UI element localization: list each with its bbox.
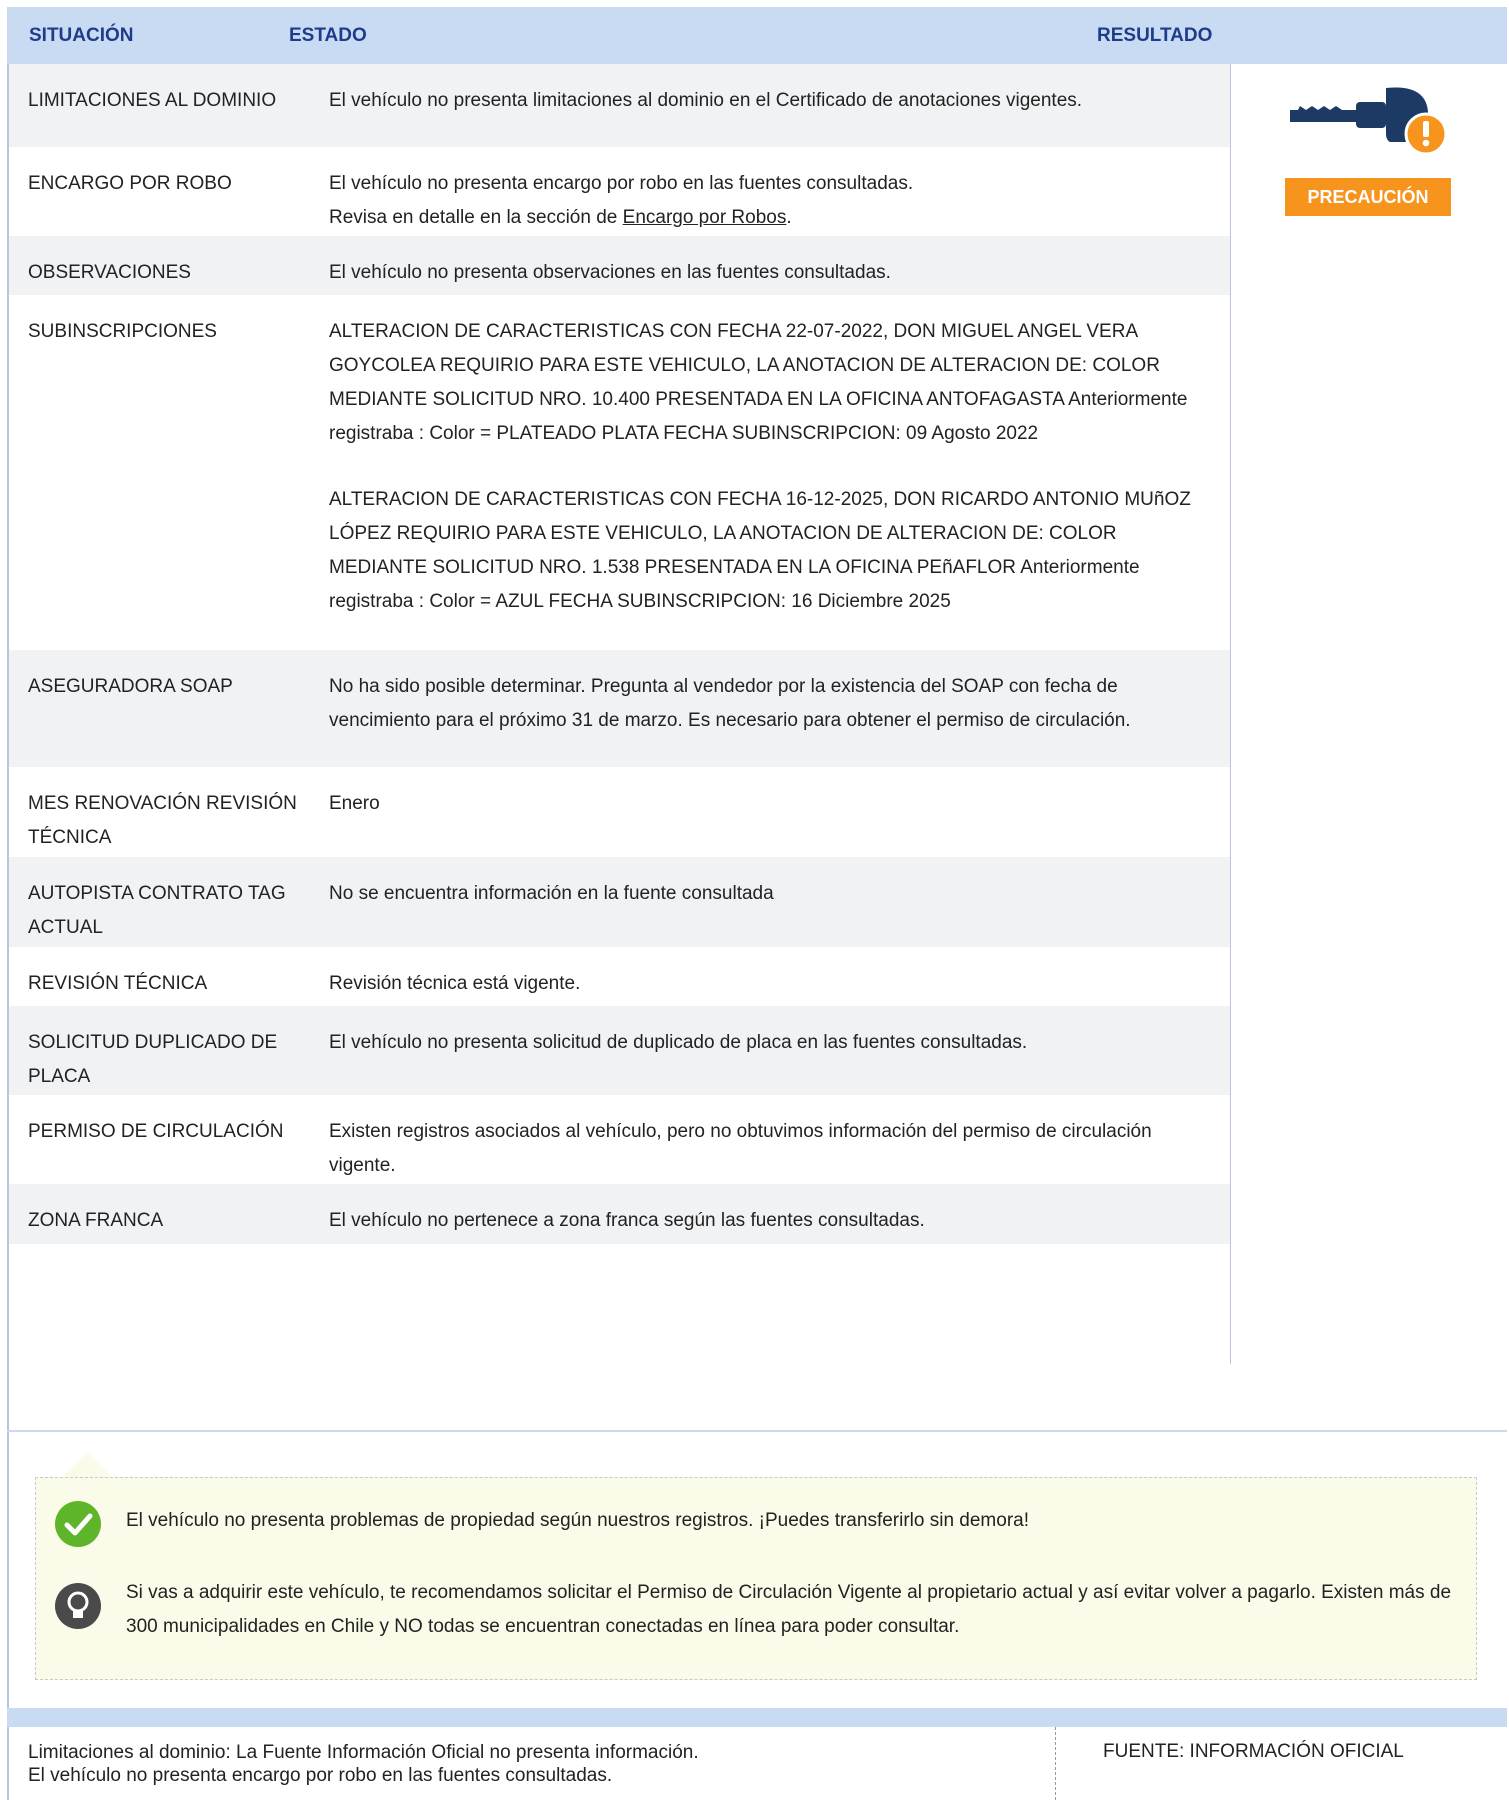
table-header: SITUACIÓN ESTADO RESULTADO [7, 7, 1507, 64]
row-estado: El vehículo no presenta solicitud de dup… [329, 1006, 1219, 1080]
estado-text: ALTERACION DE CARACTERISTICAS CON FECHA … [329, 489, 1191, 612]
notice-tip-text: Si vas a adquirir este vehículo, te reco… [126, 1582, 1452, 1637]
row-situacion: MES RENOVACIÓN REVISIÓN TÉCNICA [28, 793, 297, 848]
notice-pointer [62, 1452, 112, 1477]
table-row: ZONA FRANCA El vehículo no pertenece a z… [9, 1184, 1231, 1244]
row-situacion: SUBINSCRIPCIONES [28, 321, 217, 342]
estado-text: El vehículo no presenta observaciones en… [329, 262, 891, 283]
footer-notes: Limitaciones al dominio: La Fuente Infor… [28, 1741, 699, 1787]
estado-text: Revisa en detalle en la sección de [329, 207, 623, 228]
estado-text: No se encuentra información en la fuente… [329, 883, 774, 904]
table-row: SOLICITUD DUPLICADO DE PLACA El vehículo… [9, 1006, 1231, 1095]
row-estado: No se encuentra información en la fuente… [329, 857, 1219, 931]
estado-text: Enero [329, 793, 380, 814]
estado-text: Existen registros asociados al vehículo,… [329, 1121, 1152, 1176]
estado-text: El vehículo no presenta limitaciones al … [329, 90, 1083, 111]
estado-text: El vehículo no presenta solicitud de dup… [329, 1032, 1028, 1053]
table-row: AUTOPISTA CONTRATO TAG ACTUAL No se encu… [9, 857, 1231, 947]
table-row: LIMITACIONES AL DOMINIO El vehículo no p… [9, 64, 1231, 147]
encargo-por-robos-link[interactable]: Encargo por Robos [623, 207, 787, 228]
row-estado: Enero [329, 767, 1219, 841]
notice-box: El vehículo no presenta problemas de pro… [35, 1477, 1477, 1680]
notice-ok-text: El vehículo no presenta problemas de pro… [126, 1510, 1030, 1531]
footer-source: FUENTE: INFORMACIÓN OFICIAL [1103, 1741, 1404, 1762]
estado-text: ALTERACION DE CARACTERISTICAS CON FECHA … [329, 321, 1188, 444]
table-row: SUBINSCRIPCIONES ALTERACION DE CARACTERI… [9, 295, 1231, 650]
row-situacion: ZONA FRANCA [28, 1210, 164, 1231]
table-row: REVISIÓN TÉCNICA Revisión técnica está v… [9, 947, 1231, 1006]
estado-text: El vehículo no presenta encargo por robo… [329, 173, 914, 194]
table-row: OBSERVACIONES El vehículo no presenta ob… [9, 236, 1231, 295]
row-situacion: AUTOPISTA CONTRATO TAG ACTUAL [28, 883, 286, 938]
estado-text: No ha sido posible determinar. Pregunta … [329, 676, 1131, 731]
row-estado: El vehículo no pertenece a zona franca s… [329, 1184, 1219, 1258]
table-body: LIMITACIONES AL DOMINIO El vehículo no p… [9, 64, 1231, 1244]
estado-link-line: Revisa en detalle en la sección de Encar… [329, 201, 1219, 235]
header-situacion: SITUACIÓN [29, 25, 134, 46]
table-row: MES RENOVACIÓN REVISIÓN TÉCNICA Enero [9, 767, 1231, 857]
header-estado: ESTADO [289, 25, 367, 46]
row-situacion: ENCARGO POR ROBO [28, 173, 232, 194]
footer-line: El vehículo no presenta encargo por robo… [28, 1765, 613, 1786]
row-situacion: REVISIÓN TÉCNICA [28, 973, 208, 994]
footer-divider [1055, 1727, 1056, 1800]
row-estado: El vehículo no presenta limitaciones al … [329, 64, 1219, 138]
estado-text: Revisión técnica está vigente. [329, 973, 581, 994]
footer-line: Limitaciones al dominio: La Fuente Infor… [28, 1742, 699, 1763]
row-estado: No ha sido posible determinar. Pregunta … [329, 650, 1219, 758]
resultado-column: PRECAUCIÓN [1230, 64, 1507, 1364]
row-situacion: ASEGURADORA SOAP [28, 676, 233, 697]
section-divider [7, 1430, 1507, 1432]
table-row: ASEGURADORA SOAP No ha sido posible dete… [9, 650, 1231, 767]
footer-band [7, 1708, 1507, 1727]
lightbulb-icon [55, 1583, 101, 1629]
check-circle-icon [55, 1501, 101, 1547]
row-situacion: PERMISO DE CIRCULACIÓN [28, 1121, 284, 1142]
row-estado: ALTERACION DE CARACTERISTICAS CON FECHA … [329, 295, 1219, 639]
table-row: ENCARGO POR ROBO El vehículo no presenta… [9, 147, 1231, 236]
header-resultado: RESULTADO [1097, 25, 1213, 46]
row-situacion: SOLICITUD DUPLICADO DE PLACA [28, 1032, 278, 1087]
key-warning-icon [1290, 87, 1448, 156]
precaucion-badge: PRECAUCIÓN [1285, 178, 1451, 216]
row-situacion: OBSERVACIONES [28, 262, 191, 283]
row-situacion: LIMITACIONES AL DOMINIO [28, 90, 277, 111]
table-row: PERMISO DE CIRCULACIÓN Existen registros… [9, 1095, 1231, 1184]
estado-text: El vehículo no pertenece a zona franca s… [329, 1210, 925, 1231]
estado-text: . [786, 207, 792, 228]
